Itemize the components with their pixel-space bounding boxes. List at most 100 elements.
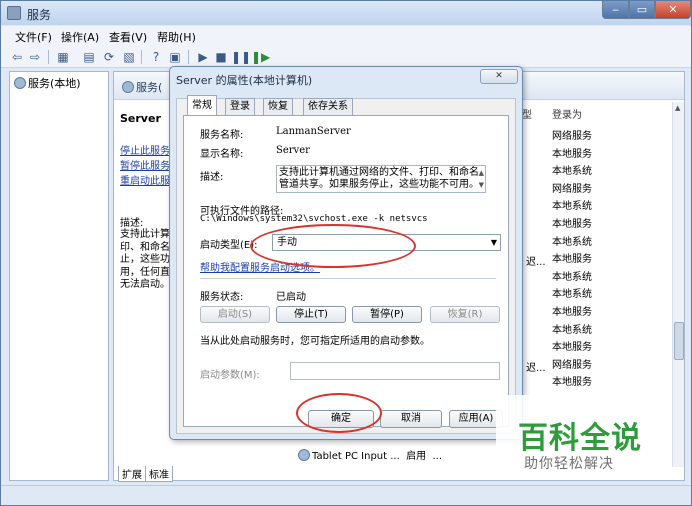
exe-path-value: C:\Windows\system32\svchost.exe -k netsv… xyxy=(200,214,428,224)
startup-type-label: 启动类型(E): xyxy=(200,240,258,251)
scroll-up-icon[interactable]: ▲ xyxy=(675,104,680,112)
properties-icon[interactable]: ▤ xyxy=(81,49,97,65)
list-item[interactable]: 网络服务 xyxy=(552,357,592,375)
list-item[interactable]: 本地系统 xyxy=(552,286,592,304)
divider xyxy=(200,278,496,279)
toolbar-separator xyxy=(48,50,49,64)
general-tab-page: 服务名称: LanmanServer 显示名称: Server 描述: 支持此计… xyxy=(183,115,509,427)
list-item[interactable]: 本地服务 xyxy=(552,339,592,357)
service-gear-icon xyxy=(298,449,310,461)
apply-button[interactable]: 应用(A) xyxy=(449,410,503,428)
list-item[interactable]: 本地系统 xyxy=(552,234,592,252)
startup-type-cell: 迟... xyxy=(526,363,546,374)
tab-dependencies[interactable]: 依存关系 xyxy=(303,98,353,116)
display-name-label: 显示名称: xyxy=(200,149,244,160)
list-item[interactable]: 本地系统 xyxy=(552,269,592,287)
table-row[interactable]: Tablet PC Input ... 启用 ... xyxy=(298,447,442,462)
selected-service-name: Server xyxy=(120,112,161,125)
pause-service-link[interactable]: 暂停此服务 xyxy=(120,157,170,172)
service-status-value: 已启动 xyxy=(276,292,306,303)
description-label: 描述: xyxy=(120,218,144,229)
export-list-icon[interactable]: ▧ xyxy=(121,49,137,65)
menu-view[interactable]: 查看(V) xyxy=(109,29,147,45)
description-box[interactable]: 支持此计算机通过网络的文件、打印、和命名管道共享。如果服务停止，这些功能不可用。… xyxy=(276,165,486,193)
menu-action[interactable]: 操作(A) xyxy=(61,29,99,45)
view-tabs: 扩展 标准 xyxy=(118,466,173,482)
start-button[interactable]: 启动(S) xyxy=(200,306,270,323)
logon-column: 网络服务 本地服务 本地系统 网络服务 本地系统 本地服务 本地系统 本地服务 … xyxy=(552,128,592,392)
stop-service-link[interactable]: 停止此服务 xyxy=(120,142,170,157)
help-icon[interactable]: ? xyxy=(148,49,164,65)
annotation-oval-startup xyxy=(250,224,416,268)
list-item[interactable]: 本地服务 xyxy=(552,374,592,392)
menu-help[interactable]: 帮助(H) xyxy=(157,29,196,45)
column-logon-as[interactable]: 登录为 xyxy=(552,106,582,121)
tree-item-services-local[interactable]: 服务(本地) xyxy=(14,75,81,91)
services-gear-icon xyxy=(14,77,26,89)
start-params-label: 启动参数(M): xyxy=(200,370,260,381)
pause-button[interactable]: 暂停(P) xyxy=(352,306,422,323)
console-icon[interactable]: ▣ xyxy=(167,49,183,65)
service-name-value: LanmanServer xyxy=(276,126,351,137)
close-button[interactable]: ✕ xyxy=(655,1,691,19)
maximize-button[interactable]: ▭ xyxy=(629,1,655,19)
pause-service-icon[interactable]: ❚❚ xyxy=(231,49,251,65)
cancel-button[interactable]: 取消 xyxy=(380,410,442,428)
title-bar: 服务 ‒ ▭ ✕ xyxy=(1,1,691,25)
menu-bar: 文件(F) 操作(A) 查看(V) 帮助(H) xyxy=(1,26,691,46)
start-params-hint: 当从此处启动服务时，您可指定所适用的启动参数。 xyxy=(200,336,430,347)
scroll-thumb[interactable] xyxy=(674,322,684,360)
startup-type-cell: 迟... xyxy=(526,257,546,268)
tab-recovery[interactable]: 恢复 xyxy=(263,98,293,116)
start-service-icon[interactable]: ▶ xyxy=(195,49,211,65)
list-item[interactable]: 本地服务 xyxy=(552,304,592,322)
list-item[interactable]: 本地服务 xyxy=(552,216,592,234)
start-params-input[interactable] xyxy=(290,362,500,380)
toolbar-separator xyxy=(141,50,142,64)
menu-file[interactable]: 文件(F) xyxy=(15,29,52,45)
tab-general[interactable]: 常规 xyxy=(187,95,217,116)
refresh-icon[interactable]: ⟳ xyxy=(101,49,117,65)
dialog-close-button[interactable]: ✕ xyxy=(480,69,518,84)
watermark: 百科全说 助你轻松解决 xyxy=(496,395,666,480)
tab-extended[interactable]: 扩展 xyxy=(118,466,146,482)
show-hide-tree-icon[interactable]: ▦ xyxy=(55,49,71,65)
annotation-oval-ok xyxy=(296,393,382,433)
service-status-label: 服务状态: xyxy=(200,292,244,303)
watermark-subtitle: 助你轻松解决 xyxy=(524,456,614,472)
description-text: 支持此计算机通过网络的文件、打印、和命名管道共享。如果服务停止，这些功能不可用。 xyxy=(279,167,479,190)
stop-service-icon[interactable]: ■ xyxy=(213,49,229,65)
list-item[interactable]: 网络服务 xyxy=(552,128,592,146)
resume-button[interactable]: 恢复(R) xyxy=(430,306,500,323)
column-startup-type[interactable]: 型 xyxy=(522,106,532,121)
description-label: 描述: xyxy=(200,172,224,183)
tree-item-label: 服务(本地) xyxy=(28,77,81,90)
list-item[interactable]: 本地系统 xyxy=(552,163,592,181)
list-item[interactable]: 本地服务 xyxy=(552,251,592,269)
forward-arrow-icon[interactable]: ⇨ xyxy=(27,49,43,65)
list-item[interactable]: 本地系统 xyxy=(552,198,592,216)
list-item[interactable]: 网络服务 xyxy=(552,181,592,199)
toolbar-separator xyxy=(188,50,189,64)
list-item[interactable]: 本地系统 xyxy=(552,322,592,340)
minimize-button[interactable]: ‒ xyxy=(602,1,629,19)
tab-logon[interactable]: 登录 xyxy=(225,98,255,116)
description-scroll-icon[interactable]: ▲ ▼ xyxy=(479,167,484,191)
pane-header-title: 服务( xyxy=(122,79,162,95)
chevron-down-icon: ▼ xyxy=(490,238,497,247)
status-bar xyxy=(1,485,691,505)
services-gear-icon xyxy=(122,81,134,93)
services-app-icon xyxy=(7,6,21,20)
window-title: 服务 xyxy=(27,8,52,22)
watermark-title: 百科全说 xyxy=(518,421,642,456)
tab-standard[interactable]: 标准 xyxy=(145,466,173,482)
stop-button[interactable]: 停止(T) xyxy=(276,306,346,323)
console-tree: 服务(本地) xyxy=(9,71,109,481)
service-name-label: 服务名称: xyxy=(200,130,244,141)
display-name-value: Server xyxy=(276,145,310,156)
back-arrow-icon[interactable]: ⇦ xyxy=(9,49,25,65)
toolbar: ⇦ ⇨ ▦ ▤ ⟳ ▧ ? ▣ ▶ ■ ❚❚ ❚▶ xyxy=(1,46,691,68)
list-item[interactable]: 本地服务 xyxy=(552,146,592,164)
vertical-scrollbar[interactable]: ▲ xyxy=(672,102,684,467)
restart-service-icon[interactable]: ❚▶ xyxy=(251,49,270,65)
